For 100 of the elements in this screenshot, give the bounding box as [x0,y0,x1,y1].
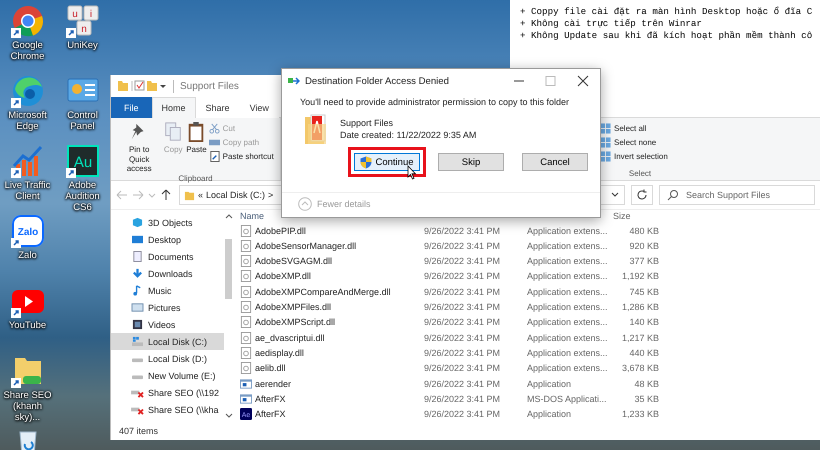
dialog-button[interactable]: Cancel [522,153,588,171]
navigation-item[interactable]: Local Disk (D:) [111,350,224,367]
quick-access-toolbar-icon[interactable] [117,79,167,93]
column-header[interactable]: Size [613,211,659,222]
file-name[interactable]: AdobeXMPScript.dll [255,317,336,328]
file-size: 35 KB [633,394,659,404]
desktop-icon-label[interactable]: UniKey [55,40,110,51]
file-name[interactable]: AdobeSensorManager.dll [255,240,356,251]
desktop-icon [131,234,144,245]
desktop-app-icon[interactable] [10,74,44,108]
ribbon-button[interactable]: Select none [600,137,668,148]
navigation-item[interactable]: Videos [111,316,224,333]
window-title: Support Files [180,80,239,92]
navigation-item[interactable]: Documents [111,248,224,265]
file-date: 9/26/2022 3:41 PM [424,363,502,374]
file-name[interactable]: AdobeSVGAGM.dll [255,256,332,266]
grid-icon [600,137,611,148]
file-icon [240,301,252,314]
search-icon [667,189,679,201]
desktop-app-icon[interactable] [10,4,44,38]
ribbon-group-label: Clipboard [178,174,213,182]
mouse-cursor-icon [407,165,417,180]
desktop-icon-label[interactable]: Share SEO (khanh sky)... [0,390,55,423]
file-name[interactable]: AdobeXMPCompareAndMerge.dll [255,286,391,297]
navigation-item[interactable]: 3D Objects [111,214,224,231]
desktop-icon-label[interactable]: YouTube [0,320,55,331]
navigation-item[interactable]: New Volume (E:) [111,367,224,384]
file-size: 3,678 KB [620,363,659,374]
copy-path-icon [208,137,220,148]
desktop-app-icon[interactable]: Zalo [10,214,44,248]
scroll-down-icon[interactable] [224,411,232,419]
file-name[interactable]: AfterFX [255,409,286,420]
desktop-icon-label[interactable]: Zalo [0,250,55,261]
ribbon-button[interactable]: Select all [600,123,668,134]
file-type: MS-DOS Applicati... [527,394,608,404]
navigation-item[interactable]: Desktop [111,231,224,248]
folder-name: Support Files [340,118,394,128]
film-icon [131,319,144,330]
file-date: 9/26/2022 3:41 PM [424,226,502,236]
file-name[interactable]: aelib.dll [255,363,286,374]
file-type: Application extens... [527,256,609,266]
copy-app-icon [288,76,300,86]
navigation-item[interactable]: Downloads [111,265,224,282]
ribbon-button[interactable]: Paste shortcut [208,151,274,162]
ribbon-tab[interactable]: Home [152,97,196,118]
file-type: Application extens... [527,363,609,374]
minimize-icon[interactable] [514,80,524,82]
file-name[interactable]: AfterFX [255,394,286,404]
file-type: Application extens... [527,226,609,236]
navigation-arrows-icon[interactable] [115,188,173,202]
file-type: Application extens... [527,332,609,343]
dialog-button[interactable]: Skip [438,153,504,171]
file-date: 9/26/2022 3:41 PM [424,240,502,251]
file-icon [240,347,252,360]
close-icon[interactable] [578,76,588,86]
file-name[interactable]: ae_dvascriptui.dll [255,332,325,343]
folder-icon [184,190,195,200]
navigation-item[interactable]: Local Disk (C:) [111,333,224,350]
file-type: Application [527,378,572,389]
file-type: Application extens... [527,317,609,328]
refresh-button[interactable] [631,185,653,205]
file-name[interactable]: aedisplay.dll [255,348,304,358]
desktop-app-icon[interactable]: Au [66,144,100,178]
cube-icon [131,217,144,228]
file-size: 140 KB [628,317,659,328]
file-type: Application extens... [527,286,609,297]
desktop-app-icon[interactable] [10,144,44,178]
file-size: 1,233 KB [620,409,659,420]
dialog-button[interactable]: Continue [354,153,420,171]
refresh-icon [636,189,648,201]
application-icon [240,378,252,390]
file-type: Application extens... [527,348,609,358]
file-date: 9/26/2022 3:41 PM [424,302,502,312]
file-date: 9/26/2022 3:41 PM [424,332,502,343]
file-name[interactable]: AdobeXMP.dll [255,271,311,282]
navigation-item[interactable]: Music [111,282,224,299]
file-name[interactable]: aerender [255,378,292,389]
file-type: Application extens... [527,240,609,251]
search-field[interactable]: Search Support Files [659,185,815,205]
item-count: 407 items [119,426,158,436]
ribbon-button[interactable]: Pin to Quick access [117,121,162,174]
navigation-item[interactable]: Share SEO (\\kha [111,401,224,418]
file-name[interactable]: AdobeXMPFiles.dll [255,302,332,312]
file-date: 9/26/2022 3:41 PM [424,378,502,389]
navigation-item[interactable]: Share SEO (\\192 [111,384,224,401]
file-menu-tab[interactable]: File [111,97,152,118]
scissors-icon [208,123,220,134]
file-icon [240,286,252,298]
ribbon-button[interactable]: Invert selection [600,151,668,162]
copy-icon [163,121,184,143]
scrollbar-thumb[interactable] [225,239,232,299]
file-size: 48 KB [633,378,659,389]
scroll-up-icon[interactable] [224,213,232,221]
file-name[interactable]: AdobePIP.dll [255,226,306,236]
collapse-chevron-icon [298,197,312,211]
file-size: 920 KB [628,240,659,251]
file-icon [240,316,252,328]
ribbon-button[interactable]: Paste [185,121,208,154]
desktop-icon-label[interactable]: Google Chrome [0,40,55,62]
navigation-item[interactable]: Pictures [111,299,224,316]
